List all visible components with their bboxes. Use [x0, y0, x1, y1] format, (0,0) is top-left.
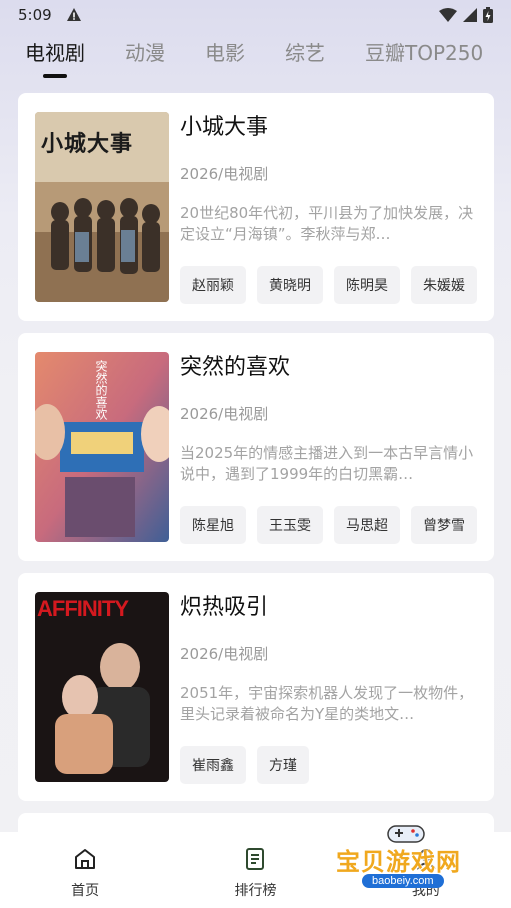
nav-label: 首页 [71, 883, 100, 899]
actor-tag[interactable]: 曾梦雪 [411, 506, 477, 544]
item-meta: 2026/电视剧 [180, 165, 269, 183]
tab-tv-series[interactable]: 电视剧 [25, 36, 85, 78]
tab-label: 电影 [205, 41, 245, 65]
tab-label: 豆瓣TOP250 [365, 41, 484, 65]
actor-tag[interactable]: 王玉雯 [257, 506, 323, 544]
tab-label: 动漫 [125, 41, 165, 65]
poster-title: 突然的喜欢 [94, 360, 108, 420]
actor-tags: 崔雨鑫 方瑾 [180, 746, 478, 784]
status-bar: 5:09 [0, 0, 511, 30]
actor-tag[interactable]: 朱媛媛 [411, 266, 477, 304]
actor-tag[interactable]: 崔雨鑫 [180, 746, 246, 784]
actor-tags: 陈星旭 王玉雯 马思超 曾梦雪 [180, 506, 478, 544]
nav-label: 排行榜 [234, 883, 277, 899]
nav-ranking[interactable]: 排行榜 [170, 832, 340, 908]
battery-icon [483, 7, 493, 23]
warning-icon [66, 8, 81, 21]
item-description: 当2025年的情感主播进入到一本古早言情小说中，遇到了1999年的白切黑霸… [180, 444, 474, 483]
nav-label: 我的 [411, 883, 440, 899]
item-title: 小城大事 [180, 115, 269, 140]
signal-icon [463, 8, 477, 22]
home-icon [75, 849, 96, 869]
category-tabs: 电视剧 动漫 电影 综艺 豆瓣TOP250 [0, 36, 511, 84]
actor-tag[interactable]: 方瑾 [257, 746, 309, 784]
actor-tags: 赵丽颖 黄晓明 陈明昊 朱媛媛 [180, 266, 478, 304]
list-item[interactable]: 小城大事 小城大事 2026/电视剧 20世纪80年代初，平川县为了加快发展，决… [18, 93, 494, 321]
poster-title: AFFINITY [37, 596, 129, 621]
list-item[interactable]: 突然的喜欢 突然的喜欢 2026/电视剧 当2025年的情感主播进入到一本古早言… [18, 333, 494, 561]
bottom-nav: 首页 排行榜 我的 [0, 832, 511, 908]
item-title: 突然的喜欢 [180, 355, 291, 380]
item-description: 20世纪80年代初，平川县为了加快发展，决定设立“月海镇”。李秋萍与郑… [180, 204, 474, 243]
nav-profile[interactable]: 我的 [341, 832, 511, 908]
ranking-icon [246, 848, 265, 870]
profile-icon [416, 849, 436, 870]
content-list: 小城大事 小城大事 2026/电视剧 20世纪80年代初，平川县为了加快发展，决… [18, 93, 494, 853]
actor-tag[interactable]: 马思超 [334, 506, 400, 544]
tab-anime[interactable]: 动漫 [125, 36, 165, 70]
list-item[interactable]: AFFINITY 炽热吸引 2026/电视剧 2051年，宇宙探索机器人发现了一… [18, 573, 494, 801]
wifi-icon [439, 8, 457, 22]
nav-home[interactable]: 首页 [0, 832, 170, 908]
poster-title: 小城大事 [41, 132, 134, 157]
item-description: 2051年，宇宙探索机器人发现了一枚物件，里头记录着被命名为Y星的类地文… [180, 684, 474, 723]
poster-image: 小城大事 [35, 112, 169, 302]
actor-tag[interactable]: 陈明昊 [334, 266, 400, 304]
item-title: 炽热吸引 [180, 595, 269, 620]
tab-movie[interactable]: 电影 [205, 36, 245, 70]
status-time: 5:09 [18, 6, 52, 24]
tab-variety[interactable]: 综艺 [285, 36, 325, 70]
actor-tag[interactable]: 黄晓明 [257, 266, 323, 304]
poster-image: 突然的喜欢 [35, 352, 169, 542]
tab-douban-top250[interactable]: 豆瓣TOP250 [365, 36, 483, 70]
poster-image: AFFINITY [35, 592, 169, 782]
actor-tag[interactable]: 陈星旭 [180, 506, 246, 544]
tab-label: 电视剧 [25, 41, 85, 65]
item-meta: 2026/电视剧 [180, 645, 269, 663]
tab-active-indicator [43, 74, 67, 78]
actor-tag[interactable]: 赵丽颖 [180, 266, 246, 304]
item-meta: 2026/电视剧 [180, 405, 269, 423]
tab-label: 综艺 [285, 41, 325, 65]
